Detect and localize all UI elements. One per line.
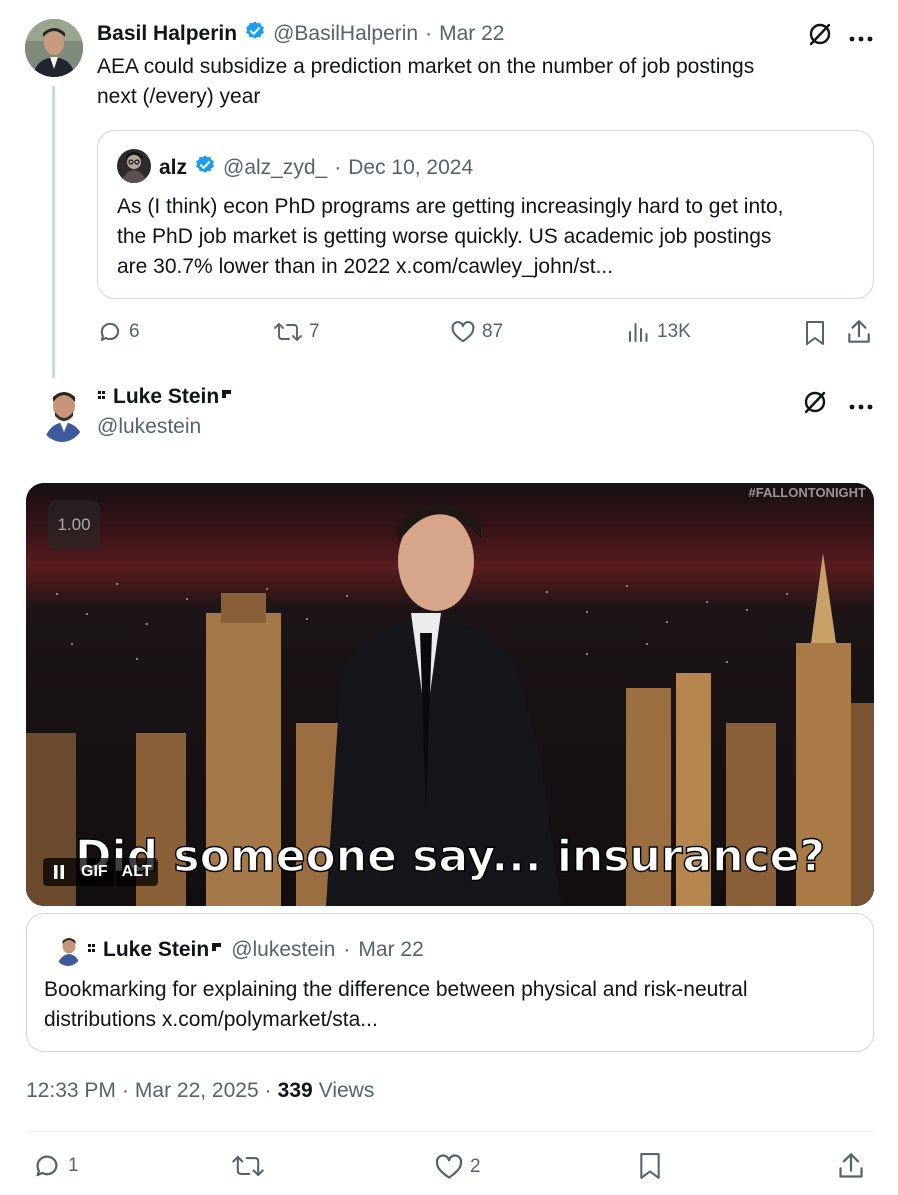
views-button[interactable]: 13K — [627, 319, 691, 345]
quote2-header: Luke Stein @lukestein · Mar 22 — [87, 938, 424, 962]
more-options-icon[interactable] — [849, 30, 873, 48]
reply-button[interactable]: 1 — [32, 1151, 79, 1181]
author-name[interactable]: Basil Halperin — [97, 22, 237, 46]
verified-badge-icon — [194, 154, 216, 181]
bookmark-button[interactable] — [803, 319, 827, 347]
views-icon — [629, 323, 648, 342]
playback-speed-label: 1.00 — [57, 515, 91, 534]
grok-icon[interactable] — [807, 21, 833, 52]
quote1-header: alz @alz_zyd_ · Dec 10, 2024 — [159, 154, 473, 181]
pause-button[interactable] — [43, 858, 75, 886]
reply-icon — [36, 1155, 58, 1177]
quote1-line1: As (I think) econ PhD programs are getti… — [117, 195, 784, 218]
tweet2-header: Luke Stein — [97, 385, 233, 409]
separator-dot: · — [425, 21, 433, 45]
quote1-line3: are 30.7% lower than in 2022 x.com/cawle… — [117, 255, 614, 278]
separator-dot: · — [121, 1079, 129, 1102]
pixel-logo-left-icon — [87, 941, 101, 960]
share-icon — [839, 1153, 863, 1178]
gif-media[interactable]: #FALLONTONIGHT Did someone say... insura… — [26, 483, 874, 906]
quote-author-name: alz — [159, 155, 188, 179]
avatar-alz — [117, 149, 151, 183]
author-handle[interactable]: @lukestein — [97, 415, 201, 439]
avatar-luke[interactable] — [38, 384, 86, 442]
bookmark-icon — [806, 321, 824, 345]
author-handle[interactable]: @BasilHalperin — [273, 22, 418, 46]
reply-button[interactable]: 6 — [97, 319, 140, 345]
quote-date: Mar 22 — [358, 938, 424, 961]
separator-dot: · — [343, 938, 351, 961]
gif-frame-illustration: #FALLONTONIGHT Did someone say... insura… — [26, 483, 874, 906]
author-name[interactable]: Luke Stein — [113, 385, 219, 409]
tweet-date[interactable]: Mar 22 — [439, 22, 504, 46]
like-count: 2 — [470, 1156, 481, 1177]
quote-author-name: Luke Stein — [103, 938, 210, 961]
views-count: 339 — [277, 1079, 313, 1102]
bookmark-button[interactable] — [637, 1150, 663, 1182]
heart-icon — [435, 1154, 463, 1179]
quote-author-handle: @lukestein — [231, 938, 336, 961]
gif-controls: GIF ALT — [43, 858, 158, 886]
like-button[interactable]: 2 — [434, 1152, 481, 1182]
quote2-text: Bookmarking for explaining the differenc… — [44, 975, 864, 1035]
gif-badge: GIF — [75, 858, 114, 886]
reply-count: 6 — [129, 321, 140, 342]
repost-icon — [232, 1155, 264, 1177]
repost-button[interactable]: 7 — [273, 319, 320, 345]
quote-card-luke[interactable]: Luke Stein @lukestein · Mar 22 Bookmarki… — [26, 913, 874, 1052]
tweet1-text: AEA could subsidize a prediction market … — [97, 52, 857, 112]
more-options-icon[interactable] — [849, 398, 873, 416]
quote2-line2: distributions x.com/polymarket/sta... — [44, 1008, 378, 1031]
quote2-line1: Bookmarking for explaining the differenc… — [44, 978, 748, 1001]
pixel-logo-right-icon — [211, 941, 223, 960]
quote1-line2: the PhD job market is getting worse quic… — [117, 225, 772, 248]
gif-caption: Did someone say... insurance? — [75, 831, 825, 882]
quote1-text: As (I think) econ PhD programs are getti… — [117, 192, 867, 282]
pixel-logo-left-icon — [97, 388, 111, 407]
views-count: 13K — [657, 321, 691, 342]
share-button[interactable] — [846, 318, 872, 346]
grok-icon[interactable] — [802, 389, 828, 420]
reply-count: 1 — [68, 1155, 79, 1176]
verified-badge-icon — [244, 20, 266, 47]
avatar-luke-small — [54, 934, 82, 966]
views-label: Views — [318, 1079, 375, 1102]
divider — [26, 1131, 874, 1132]
like-count: 87 — [482, 321, 504, 342]
quote-date: Dec 10, 2024 — [348, 155, 474, 179]
playback-speed-badge[interactable]: 1.00 — [48, 500, 100, 550]
watermark-text: #FALLONTONIGHT — [749, 485, 867, 500]
reply-icon — [100, 322, 120, 341]
like-button[interactable]: 87 — [450, 319, 503, 345]
avatar-basil[interactable] — [25, 19, 83, 77]
alt-badge[interactable]: ALT — [115, 858, 158, 886]
quote-card-alz[interactable]: alz @alz_zyd_ · Dec 10, 2024 As (I think… — [97, 130, 874, 299]
repost-count: 7 — [309, 321, 320, 342]
pause-icon — [54, 865, 64, 879]
tweet-full-date[interactable]: Mar 22, 2025 — [135, 1079, 259, 1103]
tweet-meta: 12:33 PM · Mar 22, 2025 · 339 Views — [26, 1079, 374, 1103]
repost-button[interactable] — [231, 1152, 265, 1180]
bookmark-icon — [640, 1153, 660, 1179]
heart-icon — [451, 321, 475, 343]
share-button[interactable] — [837, 1150, 865, 1182]
tweet1-text-line1: AEA could subsidize a prediction market … — [97, 55, 755, 78]
share-icon — [848, 320, 870, 343]
separator-dot: · — [334, 155, 342, 179]
quote-author-handle: @alz_zyd_ — [223, 155, 328, 179]
pixel-logo-right-icon — [221, 388, 233, 407]
tweet1-text-line2: next (/every) year — [97, 85, 261, 108]
thread-connector — [52, 86, 55, 378]
tweet1-header: Basil Halperin @BasilHalperin · Mar 22 — [97, 20, 504, 47]
separator-dot: · — [264, 1079, 272, 1102]
repost-icon — [274, 323, 302, 341]
tweet-time[interactable]: 12:33 PM — [26, 1079, 116, 1103]
